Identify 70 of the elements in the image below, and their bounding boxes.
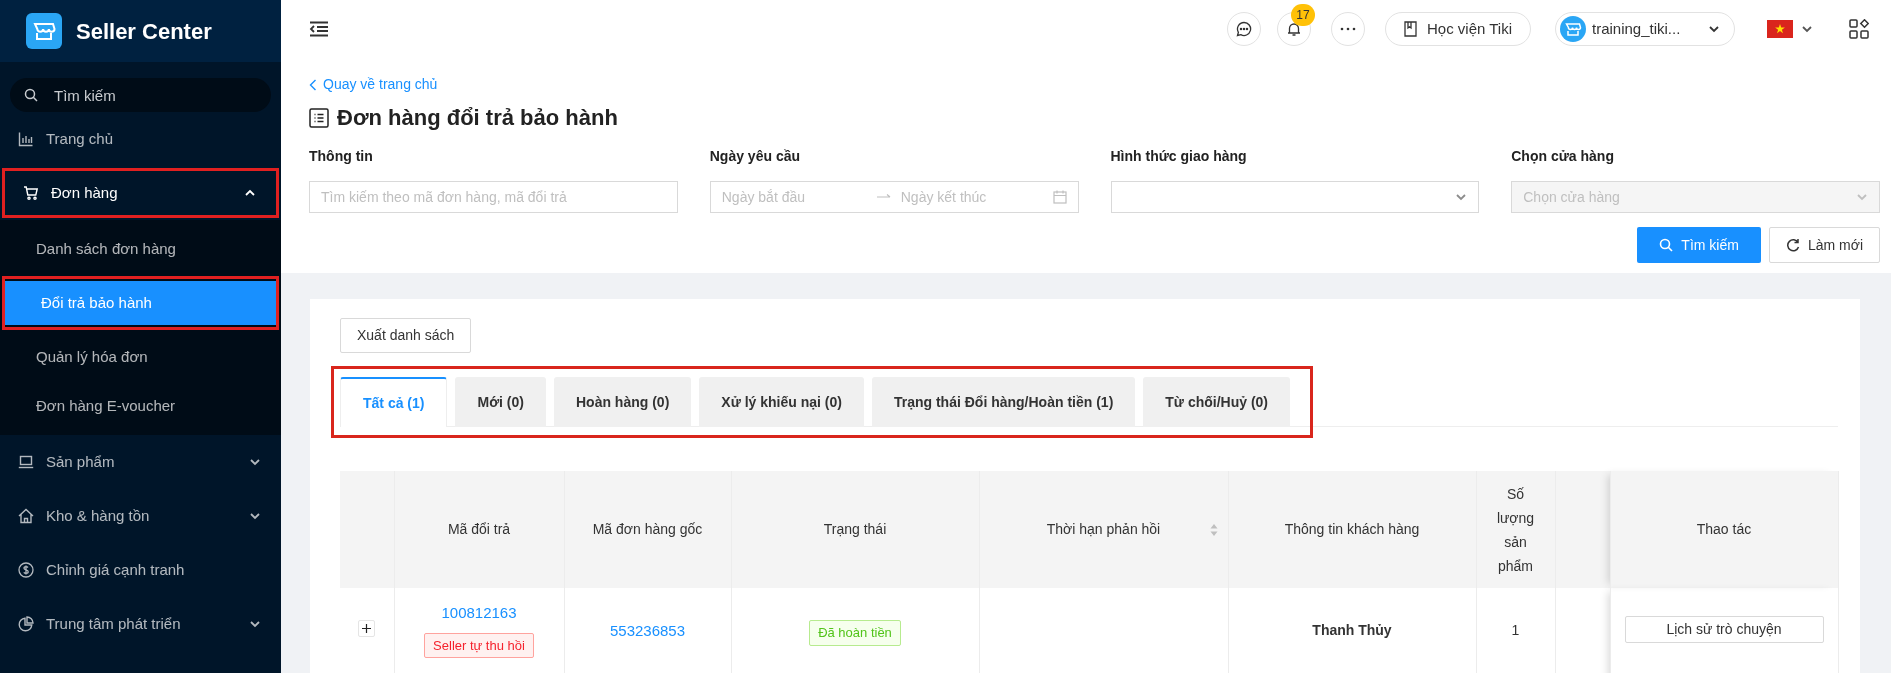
menu-icon[interactable] <box>309 21 329 37</box>
flag-icon <box>1767 20 1793 38</box>
filter-label: Ngày yêu cầu <box>709 147 801 166</box>
chat-history-button[interactable]: Lịch sử trò chuyện <box>1624 616 1824 643</box>
submenu-item[interactable]: Danh sách đơn hàng <box>0 227 281 271</box>
house-icon <box>18 508 34 524</box>
filter-tab[interactable]: Hoàn hàng (0) <box>554 377 692 427</box>
chevron-down-icon <box>1455 191 1468 203</box>
select-field[interactable] <box>1110 181 1480 213</box>
quantity: 1 <box>1511 621 1520 640</box>
customer-name: Thanh Thủy <box>1312 621 1392 640</box>
arrow-right-icon <box>876 194 891 200</box>
dollar-coin-icon <box>18 562 34 578</box>
more-dots-icon <box>1339 27 1356 31</box>
book-icon <box>1403 21 1417 37</box>
menu-item[interactable]: Đơn hàng <box>5 171 276 215</box>
chevron-down-icon <box>1856 191 1868 203</box>
chevron-down-icon <box>249 618 261 630</box>
menu-item[interactable]: Kho & hàng tồn <box>0 494 281 538</box>
cart-icon <box>23 185 39 201</box>
column-header[interactable]: Thời hạn phản hồi <box>979 471 1228 588</box>
submenu-item[interactable]: Đơn hàng E-voucher <box>0 384 281 428</box>
brand-name: Seller Center <box>76 17 212 46</box>
chevron-down-icon <box>249 510 261 522</box>
chevron-down-icon <box>1708 23 1720 35</box>
search-field[interactable]: Tìm kiếm theo mã đơn hàng, mã đổi trả <box>309 181 678 213</box>
page-title: Đơn hàng đổi trả bảo hành <box>337 104 618 132</box>
return-tag: Seller tự thu hồi <box>424 632 534 658</box>
pie-chart-icon <box>18 616 34 632</box>
column-header: Thao tác <box>1610 471 1838 588</box>
chevron-left-icon <box>309 78 317 91</box>
filter-label: Hình thức giao hàng <box>1110 147 1248 166</box>
chevron-down-icon <box>249 456 261 468</box>
apps-icon[interactable] <box>1849 19 1869 39</box>
menu-item[interactable]: Chỉnh giá cạnh tranh <box>0 548 281 592</box>
filter-tab[interactable]: Xử lý khiếu nại (0) <box>699 377 864 427</box>
sidebar-search-field[interactable]: Tìm kiếm <box>10 78 271 112</box>
column-header: Số lượng sản phẩm <box>1476 471 1555 588</box>
menu-item[interactable]: Trang chủ <box>0 117 281 161</box>
filter-tab[interactable]: Mới (0) <box>455 377 546 427</box>
bell-icon <box>1285 21 1302 37</box>
filter-label: Thông tin <box>309 147 374 166</box>
search-icon <box>24 88 38 102</box>
filter-tab[interactable]: Từ chối/Huỷ (0) <box>1143 377 1290 427</box>
menu-item[interactable]: Sản phẩm <box>0 440 281 484</box>
expand-row-button[interactable] <box>358 620 376 637</box>
export-button[interactable]: Xuất danh sách <box>340 318 472 353</box>
submenu-item[interactable]: Quản lý hóa đơn <box>0 335 281 379</box>
store-avatar-icon <box>1560 16 1586 42</box>
laptop-icon <box>18 454 34 470</box>
calendar-icon <box>1052 190 1067 204</box>
column-header: Trạng thái <box>731 471 979 588</box>
refresh-icon <box>1785 238 1800 252</box>
menu-item[interactable]: Trung tâm phát triển <box>0 602 281 646</box>
column-header: Thông tin khách hàng <box>1228 471 1476 588</box>
filter-label: Chọn cửa hàng <box>1511 147 1615 166</box>
column-header: Mã đổi trả <box>394 471 564 588</box>
store-logo-icon <box>26 13 62 49</box>
plus-icon <box>362 624 372 633</box>
language-selector[interactable] <box>1767 20 1813 38</box>
reset-button[interactable]: Làm mới <box>1768 227 1880 263</box>
list-icon <box>309 107 329 128</box>
column-header: Mã đơn hàng gốc <box>564 471 731 588</box>
notification-count: 17 <box>1290 4 1315 26</box>
chevron-down-icon <box>1801 23 1813 35</box>
filter-tab[interactable]: Trạng thái Đổi hàng/Hoàn tiền (1) <box>871 377 1136 427</box>
chat-bubble-icon <box>1235 21 1252 37</box>
search-icon <box>1659 238 1674 252</box>
bar-chart-icon <box>18 131 34 147</box>
status-tag: Đã hoàn tiền <box>809 620 901 646</box>
